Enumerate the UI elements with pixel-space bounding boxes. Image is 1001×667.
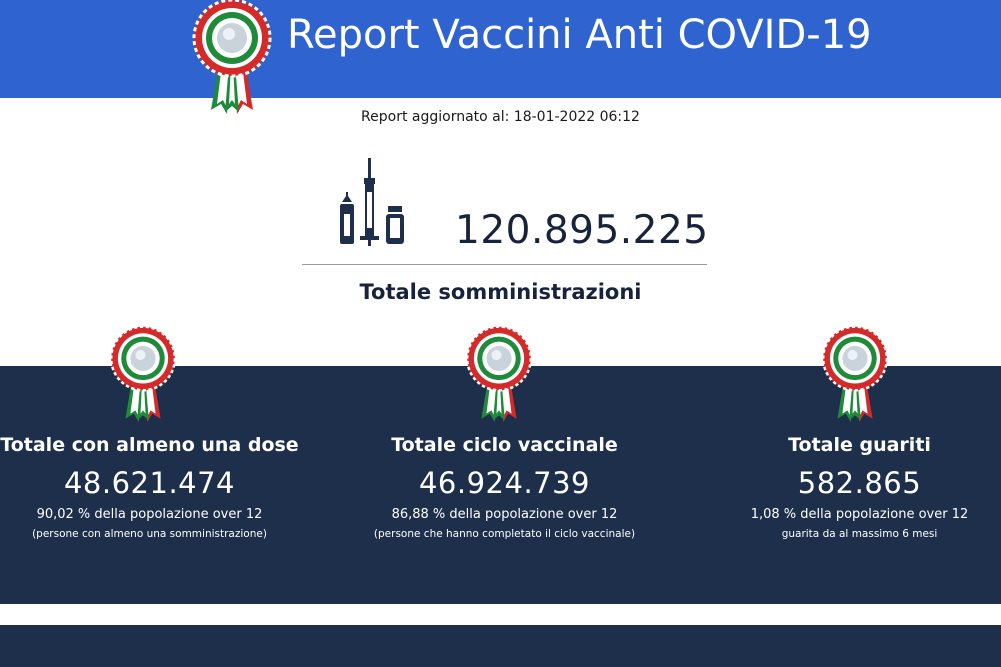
stat-note: guarita da al massimo 6 mesi [781, 528, 938, 540]
italian-cockade-icon [192, 0, 272, 114]
vaccine-syringe-vials-icon [340, 158, 404, 246]
next-section-band [0, 625, 1001, 667]
stat-percent: 90,02 % della popolazione over 12 [36, 507, 263, 522]
total-administrations-value: 120.895.225 [455, 208, 709, 253]
header-bar: Report Vaccini Anti COVID-19 [0, 0, 1001, 114]
report-updated-timestamp: Report aggiornato al: 18-01-2022 06:12 [361, 109, 640, 125]
stat-note: (persone con almeno una somministrazione… [32, 528, 267, 540]
stat-value: 46.924.739 [418, 466, 591, 500]
italian-cockade-icon [821, 325, 889, 423]
stat-percent: 1,08 % della popolazione over 12 [750, 507, 969, 522]
stat-value: 48.621.474 [63, 466, 236, 500]
stat-note: (persone che hanno completato il ciclo v… [373, 528, 636, 540]
stat-title: Totale ciclo vaccinale [391, 434, 618, 456]
page-title: Report Vaccini Anti COVID-19 [287, 12, 872, 58]
stat-title: Totale con almeno una dose [0, 434, 299, 456]
stat-title: Totale guariti [788, 434, 931, 456]
divider [302, 264, 707, 265]
italian-cockade-icon [109, 325, 177, 423]
stat-value: 582.865 [797, 466, 922, 500]
italian-cockade-icon [465, 325, 533, 423]
total-administrations-label: Totale somministrazioni [359, 280, 642, 304]
stat-percent: 86,88 % della popolazione over 12 [391, 507, 618, 522]
